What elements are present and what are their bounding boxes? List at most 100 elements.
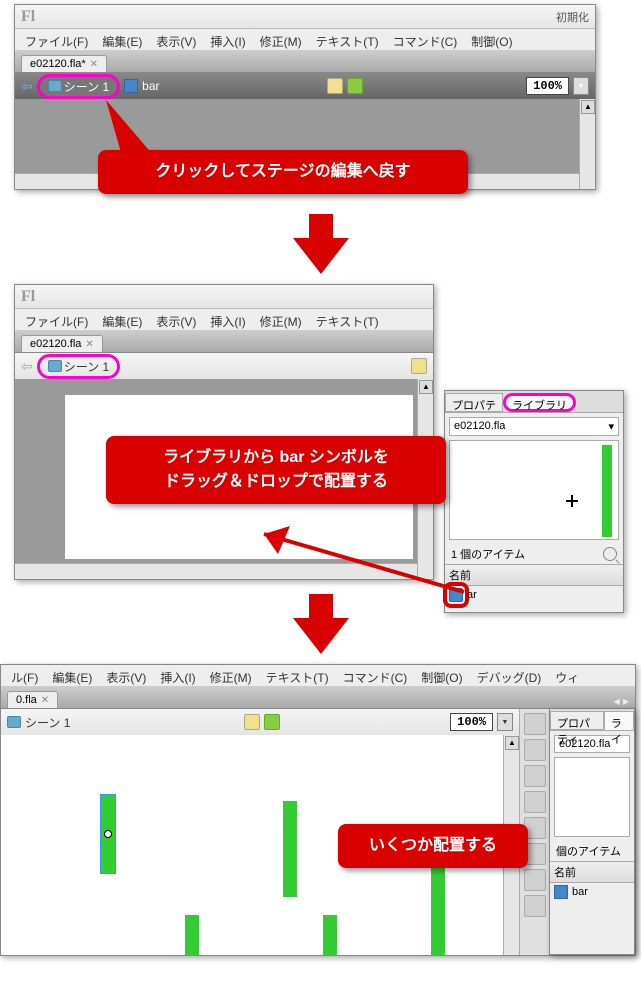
bar-instance[interactable] bbox=[283, 801, 297, 897]
edit-bar: シーン 1 100% ▼ bbox=[1, 709, 519, 735]
library-preview bbox=[449, 440, 619, 540]
scroll-up-icon[interactable]: ▲ bbox=[581, 100, 595, 114]
edit-scene-icon[interactable] bbox=[244, 714, 260, 730]
callout-1: クリックしてステージの編集へ戻す bbox=[98, 150, 468, 194]
scene-icon bbox=[48, 360, 62, 372]
drag-arrow-icon bbox=[234, 514, 474, 614]
bar-instance[interactable] bbox=[323, 915, 337, 955]
menu-text[interactable]: テキスト(T) bbox=[260, 667, 335, 684]
document-tabs: 0.fla ✕ ◂ ▸ bbox=[1, 687, 635, 709]
menu-window[interactable]: ウィ bbox=[549, 667, 585, 684]
menu-modify[interactable]: 修正(M) bbox=[254, 311, 308, 328]
menu-debug[interactable]: デバッグ(D) bbox=[471, 667, 548, 684]
document-tabs: e02120.fla ✕ bbox=[15, 331, 433, 353]
menu-insert[interactable]: 挿入(I) bbox=[204, 31, 251, 48]
panel-tabs: プロパテ ライブラリ bbox=[445, 391, 623, 413]
flash-logo-icon: Fl bbox=[21, 8, 35, 26]
close-icon[interactable]: ✕ bbox=[41, 695, 49, 706]
library-file-label: e02120.fla bbox=[454, 420, 505, 433]
tab-properties[interactable]: プロパテ bbox=[445, 393, 503, 412]
tab-library[interactable]: ライブラリ bbox=[503, 393, 576, 412]
zoom-field[interactable]: 100% bbox=[526, 77, 569, 95]
edit-bar: ⇦ シーン 1 bar 100% ▼ bbox=[15, 73, 595, 99]
file-tab-label: 0.fla bbox=[16, 694, 37, 706]
menu-insert[interactable]: 挿入(I) bbox=[204, 311, 251, 328]
edit-symbol-icon[interactable] bbox=[264, 714, 280, 730]
document-tabs: e02120.fla* ✕ bbox=[15, 51, 595, 73]
callout-3: いくつか配置する bbox=[338, 824, 528, 868]
callout-2: ライブラリから bar シンボルを ドラッグ＆ドロップで配置する bbox=[106, 436, 446, 504]
library-item-label: bar bbox=[572, 886, 588, 898]
tool-button[interactable] bbox=[524, 791, 546, 813]
menu-control[interactable]: 制御(O) bbox=[465, 31, 518, 48]
tab-library[interactable]: ライ bbox=[604, 711, 634, 730]
menubar: ファイル(F) 編集(E) 表示(V) 挿入(I) 修正(M) テキスト(T) … bbox=[15, 29, 595, 51]
tool-button[interactable] bbox=[524, 765, 546, 787]
library-item-bar[interactable]: bar bbox=[550, 883, 634, 901]
menu-command[interactable]: コマンド(C) bbox=[337, 667, 414, 684]
menu-edit[interactable]: 編集(E) bbox=[46, 667, 98, 684]
edit-scene-icon[interactable] bbox=[327, 78, 343, 94]
scene-icon bbox=[48, 80, 62, 92]
titlebar-mode: 初期化 bbox=[556, 9, 589, 25]
library-preview bbox=[554, 757, 630, 837]
file-tab[interactable]: 0.fla ✕ bbox=[7, 691, 58, 708]
library-column-header[interactable]: 名前 bbox=[550, 861, 634, 883]
edit-symbol-icon[interactable] bbox=[347, 78, 363, 94]
library-panel: プロパティ ライ e02120.fla 個のアイテム 名前 bar bbox=[549, 709, 635, 955]
scroll-up-icon[interactable]: ▲ bbox=[505, 736, 519, 750]
bar-instance[interactable] bbox=[185, 915, 199, 955]
flow-arrow-icon bbox=[293, 238, 349, 274]
scene-label: シーン 1 bbox=[64, 78, 109, 95]
menu-edit[interactable]: 編集(E) bbox=[96, 311, 148, 328]
edit-bar: ⇦ シーン 1 bbox=[15, 353, 433, 379]
menu-file[interactable]: ファイル(F) bbox=[19, 311, 94, 328]
callout-line2: ドラッグ＆ドロップで配置する bbox=[164, 473, 388, 490]
file-tab[interactable]: e02120.fla ✕ bbox=[21, 335, 103, 352]
menu-view[interactable]: 表示(V) bbox=[150, 31, 202, 48]
tab-properties[interactable]: プロパティ bbox=[550, 711, 604, 730]
tool-button[interactable] bbox=[524, 895, 546, 917]
symbol-icon bbox=[124, 79, 138, 93]
back-icon: ⇦ bbox=[21, 358, 33, 375]
panel-tabs: プロパティ ライ bbox=[550, 709, 634, 731]
menu-modify[interactable]: 修正(M) bbox=[204, 667, 258, 684]
file-tab-label: e02120.fla* bbox=[30, 58, 86, 70]
library-file-label: e02120.fla bbox=[559, 738, 610, 750]
zoom-field[interactable]: 100% bbox=[450, 713, 493, 731]
scene-label: シーン 1 bbox=[25, 714, 70, 731]
tabstrip-nav-icon[interactable]: ◂ ▸ bbox=[608, 694, 635, 708]
tool-button[interactable] bbox=[524, 713, 546, 735]
menu-file[interactable]: ル(F) bbox=[5, 667, 44, 684]
edit-scene-icon[interactable] bbox=[411, 358, 427, 374]
vscrollbar[interactable]: ▲ bbox=[579, 99, 595, 189]
menu-view[interactable]: 表示(V) bbox=[150, 311, 202, 328]
scroll-up-icon[interactable]: ▲ bbox=[419, 380, 433, 394]
callout-text: クリックしてステージの編集へ戻す bbox=[155, 163, 410, 180]
scene-crumb[interactable]: シーン 1 bbox=[37, 74, 120, 99]
menu-file[interactable]: ファイル(F) bbox=[19, 31, 94, 48]
symbol-label: bar bbox=[142, 79, 159, 93]
zoom-dropdown[interactable]: ▼ bbox=[497, 713, 513, 731]
close-icon[interactable]: ✕ bbox=[85, 339, 93, 350]
menu-control[interactable]: 制御(O) bbox=[415, 667, 468, 684]
tool-button[interactable] bbox=[524, 869, 546, 891]
menu-modify[interactable]: 修正(M) bbox=[254, 31, 308, 48]
zoom-dropdown[interactable]: ▼ bbox=[573, 77, 589, 95]
menubar: ファイル(F) 編集(E) 表示(V) 挿入(I) 修正(M) テキスト(T) bbox=[15, 309, 433, 331]
tool-button[interactable] bbox=[524, 739, 546, 761]
symbol-icon bbox=[554, 885, 568, 899]
search-icon[interactable] bbox=[603, 547, 617, 561]
file-tab[interactable]: e02120.fla* ✕ bbox=[21, 55, 107, 72]
titlebar: Fl 初期化 bbox=[15, 5, 595, 29]
close-icon[interactable]: ✕ bbox=[90, 59, 98, 70]
menu-edit[interactable]: 編集(E) bbox=[96, 31, 148, 48]
menu-text[interactable]: テキスト(T) bbox=[310, 31, 385, 48]
scene-crumb[interactable]: シーン 1 bbox=[37, 354, 120, 379]
menu-text[interactable]: テキスト(T) bbox=[310, 311, 385, 328]
menu-insert[interactable]: 挿入(I) bbox=[154, 667, 201, 684]
menu-view[interactable]: 表示(V) bbox=[100, 667, 152, 684]
menu-command[interactable]: コマンド(C) bbox=[387, 31, 464, 48]
back-icon[interactable]: ⇦ bbox=[21, 78, 33, 95]
library-file-dropdown[interactable]: e02120.fla ▾ bbox=[449, 417, 619, 436]
